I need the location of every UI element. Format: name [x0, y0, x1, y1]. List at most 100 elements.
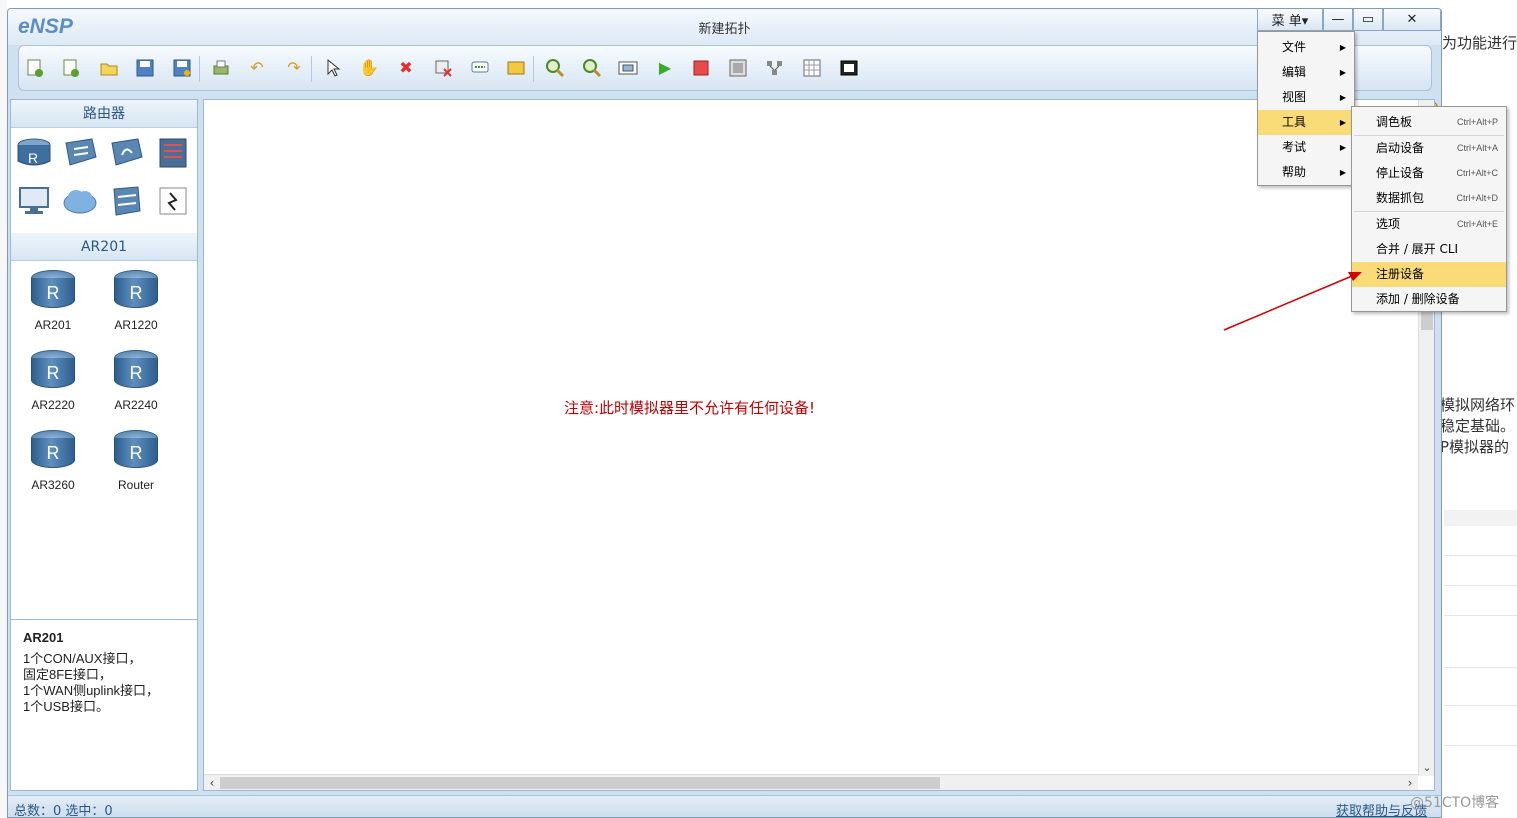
toolbar-separator	[533, 56, 534, 82]
delete-link-icon[interactable]	[433, 58, 453, 78]
select-icon[interactable]	[323, 58, 343, 78]
horizontal-scrollbar[interactable]: ‹ ›	[204, 774, 1418, 790]
menu-item-help[interactable]: 帮助 ▶	[1258, 160, 1354, 185]
device-item-ar3260[interactable]: R AR3260	[13, 430, 93, 492]
topology-icon[interactable]	[765, 58, 785, 78]
menu-item-stop-device[interactable]: 停止设备 Ctrl+Alt+C	[1352, 161, 1506, 186]
background-text: 为功能进行	[1442, 34, 1517, 52]
stop-icon[interactable]	[691, 58, 711, 78]
save-as-icon[interactable]	[172, 58, 192, 78]
menu-item-edit[interactable]: 编辑 ▶	[1258, 60, 1354, 85]
grid-icon[interactable]	[802, 58, 822, 78]
zoom-in-icon[interactable]	[545, 58, 565, 78]
redo-icon[interactable]: ↷	[284, 58, 304, 78]
router-category-icon[interactable]: R	[15, 134, 53, 172]
capture-icon[interactable]	[728, 58, 748, 78]
menu-item-options[interactable]: 选项 Ctrl+Alt+E	[1352, 212, 1506, 237]
window-controls: 菜 单▾ — ▭ ✕	[1257, 9, 1441, 31]
device-label: Router	[117, 478, 155, 492]
menu-item-palette[interactable]: 调色板 Ctrl+Alt+P	[1352, 110, 1506, 135]
new-blank-icon[interactable]	[61, 58, 81, 78]
undo-icon[interactable]: ↶	[247, 58, 267, 78]
menu-item-register-device[interactable]: 注册设备	[1352, 262, 1506, 287]
device-info-line: 1个CON/AUX接口，	[23, 651, 142, 666]
device-item-ar1220[interactable]: R AR1220	[96, 270, 176, 332]
delete-icon[interactable]: ✖	[396, 58, 416, 78]
window-title: 新建拓扑	[698, 22, 751, 37]
ensp-window: eNSP 新建拓扑 菜 单▾ — ▭ ✕ ↶ ↷ ✋ ✖ ▶ 路由器 R AR2…	[7, 8, 1442, 818]
pan-icon[interactable]: ✋	[359, 58, 379, 78]
device-item-router[interactable]: R Router	[96, 430, 176, 492]
device-subheader: AR201	[11, 233, 197, 261]
device-item-ar2220[interactable]: R AR2220	[13, 350, 93, 412]
zoom-out-icon[interactable]	[582, 58, 602, 78]
screenshot-icon[interactable]	[839, 58, 859, 78]
maximize-button[interactable]: ▭	[1353, 9, 1383, 31]
device-info-title: AR201	[23, 630, 64, 645]
menu-button[interactable]: 菜 单▾	[1257, 9, 1323, 31]
wireless-category-icon[interactable]	[107, 134, 145, 172]
background-band	[1444, 510, 1517, 526]
title-bar[interactable]: eNSP 新建拓扑 菜 单▾ — ▭ ✕	[8, 9, 1441, 45]
device-info-line: 固定8FE接口，	[23, 667, 112, 682]
category-header: 路由器	[11, 100, 197, 128]
background-divider	[1444, 667, 1517, 668]
scroll-left-icon[interactable]: ‹	[204, 775, 220, 791]
topology-canvas[interactable]: 注意:此时模拟器里不允许有任何设备! ⌄ ‹ ›	[203, 99, 1435, 791]
svg-text:R: R	[28, 150, 38, 166]
scroll-down-icon[interactable]: ⌄	[1419, 760, 1435, 776]
router-icon: R	[112, 430, 160, 472]
toolbar-separator	[199, 56, 200, 82]
rectangle-icon[interactable]	[506, 58, 526, 78]
menu-item-add-remove-device[interactable]: 添加 / 删除设备	[1352, 287, 1506, 312]
device-item-ar201[interactable]: R AR201	[13, 270, 93, 332]
close-button[interactable]: ✕	[1383, 9, 1441, 31]
device-label: AR1220	[114, 318, 158, 332]
horizontal-scroll-thumb[interactable]	[220, 777, 940, 789]
router-icon: R	[29, 270, 77, 312]
other-device-icon[interactable]	[107, 182, 145, 220]
start-icon[interactable]: ▶	[655, 58, 675, 78]
submenu-arrow-icon: ▶	[1339, 168, 1346, 177]
status-counts: 总数：0 选中：0	[14, 804, 113, 818]
switch-category-icon[interactable]	[61, 134, 99, 172]
router-icon: R	[112, 350, 160, 392]
fit-icon[interactable]	[618, 58, 638, 78]
background-text: P模拟器的	[1440, 438, 1510, 456]
menu-item-view[interactable]: 视图 ▶	[1258, 85, 1354, 110]
cloud-category-icon[interactable]	[61, 182, 99, 220]
router-icon: R	[29, 430, 77, 472]
text-icon[interactable]	[470, 58, 490, 78]
open-icon[interactable]	[99, 58, 119, 78]
scroll-right-icon[interactable]: ›	[1402, 775, 1418, 791]
minimize-button[interactable]: —	[1323, 9, 1353, 31]
print-icon[interactable]	[211, 58, 231, 78]
link-icon[interactable]	[153, 182, 191, 220]
menu-item-merge-cli[interactable]: 合并 / 展开 CLI	[1352, 237, 1506, 262]
submenu-arrow-icon: ▶	[1339, 118, 1346, 127]
menu-item-start-device[interactable]: 启动设备 Ctrl+Alt+A	[1352, 136, 1506, 161]
toolbar: ↶ ↷ ✋ ✖ ▶ ⚙	[18, 45, 1439, 118]
device-item-ar2240[interactable]: R AR2240	[96, 350, 176, 412]
menu-item-exam[interactable]: 考试 ▶	[1258, 135, 1354, 160]
firewall-category-icon[interactable]	[153, 134, 191, 172]
background-divider	[1444, 745, 1517, 746]
background-divider	[1444, 555, 1517, 556]
menu-item-tools[interactable]: 工具 ▶	[1258, 110, 1354, 135]
menu-item-file[interactable]: 文件 ▶	[1258, 35, 1354, 60]
new-topology-icon[interactable]	[25, 58, 45, 78]
submenu-arrow-icon: ▶	[1339, 93, 1346, 102]
menu-item-capture[interactable]: 数据抓包 Ctrl+Alt+D	[1352, 186, 1506, 211]
background-text: 稳定基础。	[1440, 417, 1516, 435]
pc-category-icon[interactable]	[15, 182, 53, 220]
background-divider	[1444, 615, 1517, 616]
background-divider	[1444, 705, 1517, 706]
device-label: AR201	[34, 318, 72, 332]
watermark: @51CTO博客	[1410, 795, 1500, 811]
toolbar-separator	[311, 56, 312, 82]
device-info-line: 1个USB接口。	[23, 699, 109, 714]
submenu-arrow-icon: ▶	[1339, 68, 1346, 77]
device-label: AR3260	[31, 478, 75, 492]
background-divider	[1444, 585, 1517, 586]
save-icon[interactable]	[135, 58, 155, 78]
